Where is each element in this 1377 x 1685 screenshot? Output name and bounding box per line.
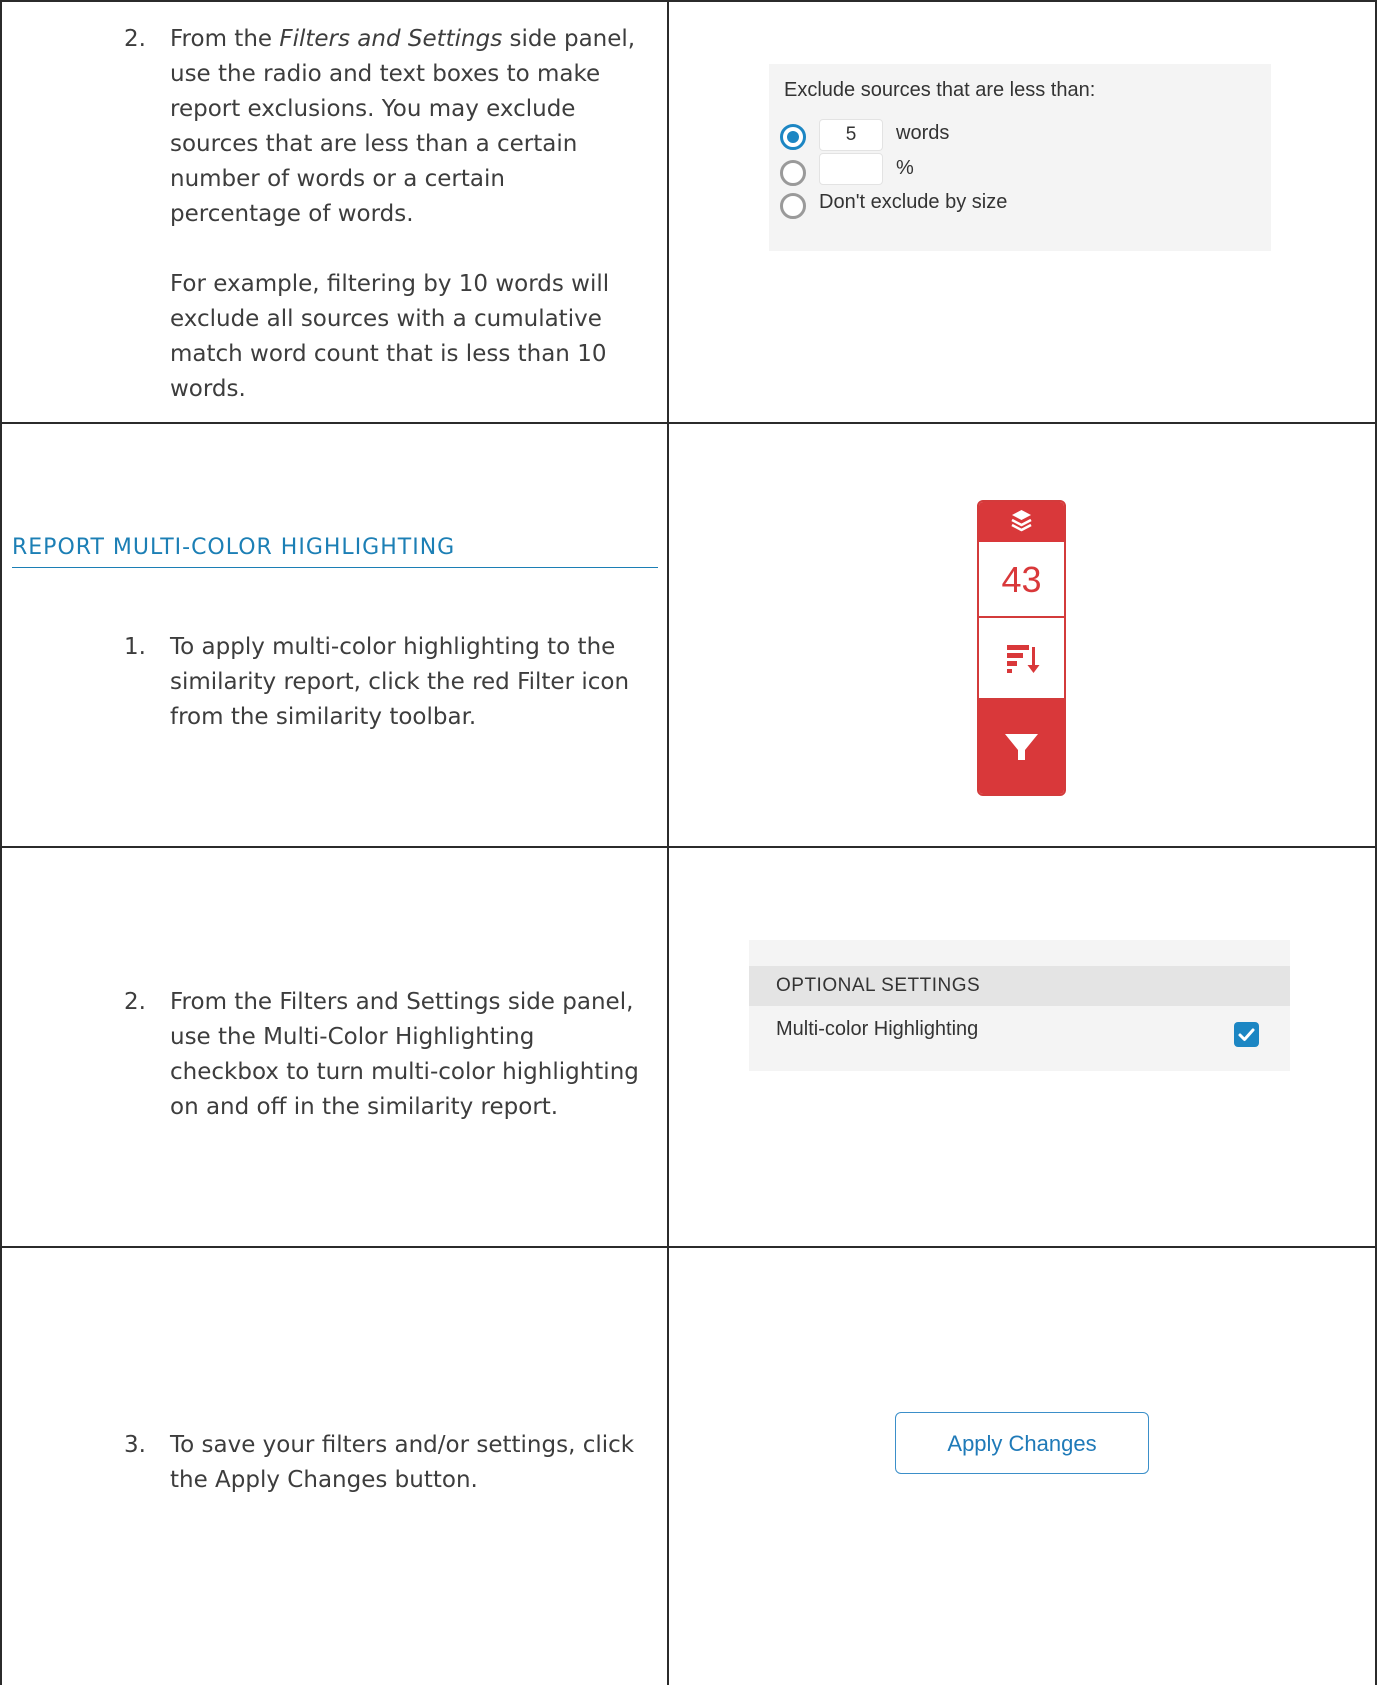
words-label: words (896, 122, 950, 144)
step-number: 2. (124, 989, 146, 1015)
example-line: words. (170, 376, 246, 402)
dont-exclude-label: Don't exclude by size (819, 191, 1008, 213)
step-line: From the Filters and Settings side panel… (170, 989, 634, 1015)
step-text: To apply multi-color highlighting to the… (170, 630, 664, 735)
sort-icon (1007, 645, 1040, 673)
radio-percent[interactable] (780, 160, 806, 186)
step-row3: 2. From the Filters and Settings side pa… (124, 985, 664, 1135)
step-line: checkbox to turn multi-color highlightin… (170, 1059, 639, 1085)
optional-settings-heading: OPTIONAL SETTINGS (776, 975, 981, 996)
percent-label: % (896, 157, 914, 179)
exclude-sources-panel: Exclude sources that are less than: 5 wo… (769, 64, 1271, 251)
checkmark-icon (1238, 1028, 1255, 1041)
text-segment: side panel, (502, 26, 636, 52)
table-border-top (0, 0, 1377, 2)
emphasis-text: Filters and Settings (279, 26, 503, 52)
step-row2: 1. To apply multi-color highlighting to … (124, 630, 664, 750)
words-input[interactable]: 5 (819, 119, 883, 151)
example-line: For example, filtering by 10 words will (170, 271, 610, 297)
optional-settings-header: OPTIONAL SETTINGS (749, 966, 1290, 1006)
step-line: on and off in the similarity report. (170, 1094, 559, 1120)
step-row1: 2. From the Filters and Settings side pa… (124, 22, 664, 412)
step-number: 1. (124, 634, 146, 660)
step-number: 2. (124, 26, 146, 52)
step-line: similarity report, click the red Filter … (170, 669, 630, 695)
step-line: the Apply Changes button. (170, 1467, 478, 1493)
step-text: To save your filters and/or settings, cl… (170, 1428, 670, 1498)
similarity-toolbar: 43 (977, 500, 1066, 796)
table-row-divider-3 (0, 1246, 1377, 1248)
sort-button[interactable] (979, 618, 1064, 700)
step-line: number of words or a certain (170, 166, 505, 192)
text-segment: From the (170, 26, 280, 52)
layers-button[interactable] (979, 502, 1064, 542)
section-heading: REPORT MULTI-COLOR HIGHLIGHTING (12, 535, 658, 568)
table-border-left (0, 0, 2, 1685)
step-line: report exclusions. You may exclude (170, 96, 576, 122)
step-line: sources that are less than a certain (170, 131, 578, 157)
step-text: From the Filters and Settings side panel… (170, 985, 670, 1125)
table-row-divider-2 (0, 846, 1377, 848)
step-line: To apply multi-color highlighting to the (170, 634, 616, 660)
filter-icon (1005, 734, 1038, 760)
example-line: exclude all sources with a cumulative (170, 306, 602, 332)
step-line: From the Filters and Settings side panel… (170, 22, 664, 57)
similarity-score[interactable]: 43 (979, 544, 1064, 618)
multi-color-checkbox[interactable] (1234, 1022, 1259, 1047)
step-line: percentage of words. (170, 201, 414, 227)
step-line: use the Multi-Color Highlighting (170, 1024, 535, 1050)
step-text: From the Filters and Settings side panel… (170, 22, 664, 407)
radio-words[interactable] (780, 124, 806, 150)
radio-dont-exclude[interactable] (780, 193, 806, 219)
multi-color-label: Multi-color Highlighting (776, 1018, 979, 1040)
step-row4: 3. To save your filters and/or settings,… (124, 1428, 664, 1508)
layers-icon (1011, 510, 1032, 532)
optional-settings-panel: OPTIONAL SETTINGS Multi-color Highlighti… (749, 940, 1290, 1071)
apply-changes-button[interactable]: Apply Changes (895, 1412, 1149, 1474)
exclude-title: Exclude sources that are less than: (784, 79, 1096, 101)
filter-button[interactable] (979, 700, 1064, 794)
table-row-divider-1 (0, 422, 1377, 424)
step-line: To save your filters and/or settings, cl… (170, 1432, 635, 1458)
percent-input[interactable] (819, 153, 883, 185)
step-number: 3. (124, 1432, 146, 1458)
step-line: from the similarity toolbar. (170, 704, 477, 730)
step-line: use the radio and text boxes to make (170, 61, 601, 87)
example-line: match word count that is less than 10 (170, 341, 607, 367)
